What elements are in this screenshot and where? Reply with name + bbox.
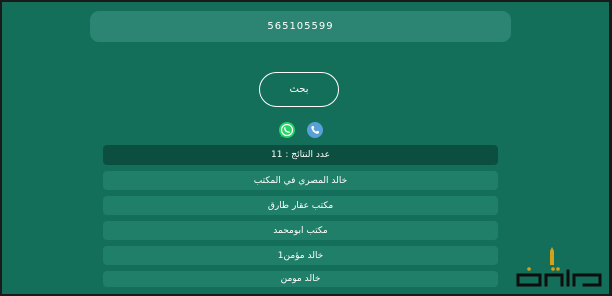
search-button-label: بحث bbox=[289, 84, 309, 95]
list-item[interactable]: مكتب عقار طارق bbox=[103, 196, 498, 215]
results-count: عدد النتائج : 11 bbox=[103, 145, 498, 165]
list-item-label: مكتب ابومحمد bbox=[273, 225, 328, 236]
result-list: خالد المصري في المكتب مكتب عقار طارق مكت… bbox=[103, 171, 498, 287]
contact-icons bbox=[278, 121, 324, 139]
list-item-label: مكتب عقار طارق bbox=[267, 200, 334, 211]
list-item-label: خالد المصري في المكتب bbox=[253, 175, 348, 186]
list-item-label: خالد مؤمن1 bbox=[277, 250, 324, 261]
whatsapp-icon[interactable] bbox=[278, 121, 296, 139]
search-input-value: 565105599 bbox=[267, 21, 334, 32]
list-item-label: خالد مومن bbox=[280, 274, 321, 284]
results-count-label: عدد النتائج : 11 bbox=[271, 150, 330, 160]
list-item[interactable]: خالد المصري في المكتب bbox=[103, 171, 498, 190]
search-input[interactable]: 565105599 bbox=[90, 11, 511, 42]
search-button[interactable]: بحث bbox=[259, 72, 339, 107]
list-item[interactable]: خالد مؤمن1 bbox=[103, 246, 498, 265]
list-item[interactable]: خالد مومن bbox=[103, 271, 498, 287]
app-screen: 565105599 بحث عدد النتائج : 11 خالد المص… bbox=[2, 2, 609, 294]
logo bbox=[514, 245, 604, 289]
list-item[interactable]: مكتب ابومحمد bbox=[103, 221, 498, 240]
phone-icon[interactable] bbox=[306, 121, 324, 139]
